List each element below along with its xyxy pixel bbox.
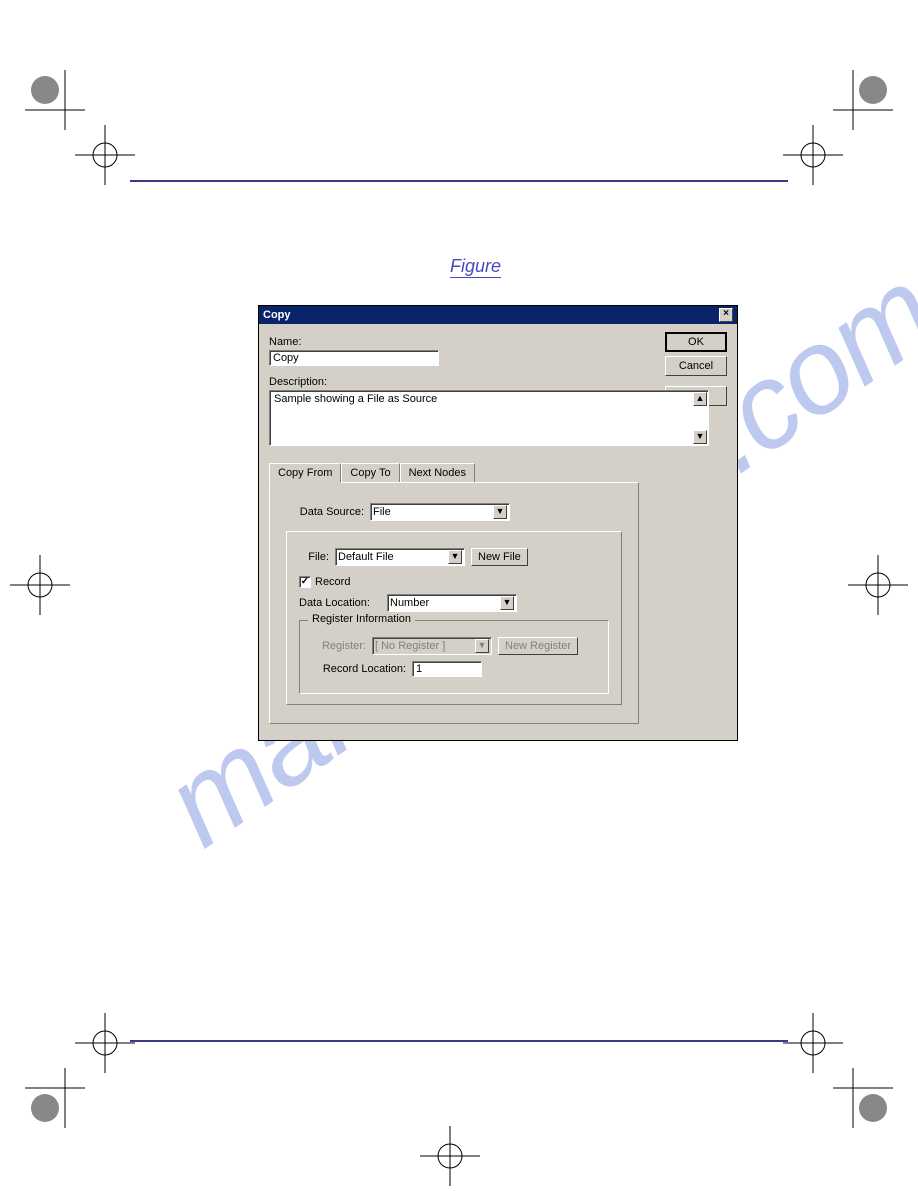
data-source-select[interactable]: File ▼ xyxy=(370,503,510,521)
divider xyxy=(130,1040,788,1042)
name-label: Name: xyxy=(269,336,727,348)
crop-mark-icon xyxy=(833,1068,893,1128)
description-label: Description: xyxy=(269,376,727,388)
data-source-value: File xyxy=(373,506,391,518)
chevron-down-icon: ▼ xyxy=(475,639,489,653)
tab-panel: Data Source: File ▼ File: Default File ▼… xyxy=(269,482,639,724)
description-text: Sample showing a File as Source xyxy=(274,393,437,405)
register-info-legend: Register Information xyxy=(308,613,415,625)
record-checkbox-label: Record xyxy=(315,576,350,588)
titlebar[interactable]: Copy × xyxy=(259,306,737,324)
ok-button[interactable]: OK xyxy=(665,332,727,352)
register-info-group: Register Information Register: [ No Regi… xyxy=(299,620,609,694)
chevron-down-icon[interactable]: ▼ xyxy=(493,505,507,519)
record-location-label: Record Location: xyxy=(310,663,406,675)
close-icon[interactable]: × xyxy=(719,308,733,322)
crop-mark-icon xyxy=(783,125,843,185)
crop-mark-icon xyxy=(848,555,908,615)
tab-copy-from[interactable]: Copy From xyxy=(269,463,341,483)
data-location-select[interactable]: Number ▼ xyxy=(387,594,517,612)
chevron-down-icon[interactable]: ▼ xyxy=(448,550,462,564)
file-group: File: Default File ▼ New File ✓ Record D… xyxy=(286,531,622,705)
data-location-label: Data Location: xyxy=(299,597,381,609)
figure-label: Figure xyxy=(450,256,501,278)
file-select[interactable]: Default File ▼ xyxy=(335,548,465,566)
crop-mark-icon xyxy=(10,555,70,615)
divider xyxy=(130,180,788,182)
register-value: [ No Register ] xyxy=(375,640,445,652)
file-value: Default File xyxy=(338,551,394,563)
copy-dialog: Copy × OK Cancel Help Name: Copy Descrip… xyxy=(258,305,738,741)
data-source-label: Data Source: xyxy=(286,506,364,518)
tab-copy-to[interactable]: Copy To xyxy=(341,463,399,482)
data-location-value: Number xyxy=(390,597,429,609)
record-location-input[interactable]: 1 xyxy=(412,661,482,677)
crop-mark-icon xyxy=(420,1126,480,1186)
chevron-down-icon[interactable]: ▼ xyxy=(500,596,514,610)
register-label: Register: xyxy=(310,640,366,652)
new-file-button[interactable]: New File xyxy=(471,548,528,566)
cancel-button[interactable]: Cancel xyxy=(665,356,727,376)
tab-next-nodes[interactable]: Next Nodes xyxy=(400,463,475,482)
name-input[interactable]: Copy xyxy=(269,350,439,366)
description-input[interactable]: Sample showing a File as Source ▲ ▼ xyxy=(269,390,709,446)
scroll-down-icon[interactable]: ▼ xyxy=(693,430,707,444)
file-label: File: xyxy=(299,551,329,563)
record-checkbox[interactable]: ✓ xyxy=(299,576,311,588)
register-select: [ No Register ] ▼ xyxy=(372,637,492,655)
new-register-button: New Register xyxy=(498,637,578,655)
crop-mark-icon xyxy=(783,1013,843,1073)
crop-mark-icon xyxy=(75,125,135,185)
crop-mark-icon xyxy=(833,70,893,130)
crop-mark-icon xyxy=(25,70,85,130)
crop-mark-icon xyxy=(75,1013,135,1073)
scroll-up-icon[interactable]: ▲ xyxy=(693,392,707,406)
crop-mark-icon xyxy=(25,1068,85,1128)
dialog-title: Copy xyxy=(263,309,291,321)
